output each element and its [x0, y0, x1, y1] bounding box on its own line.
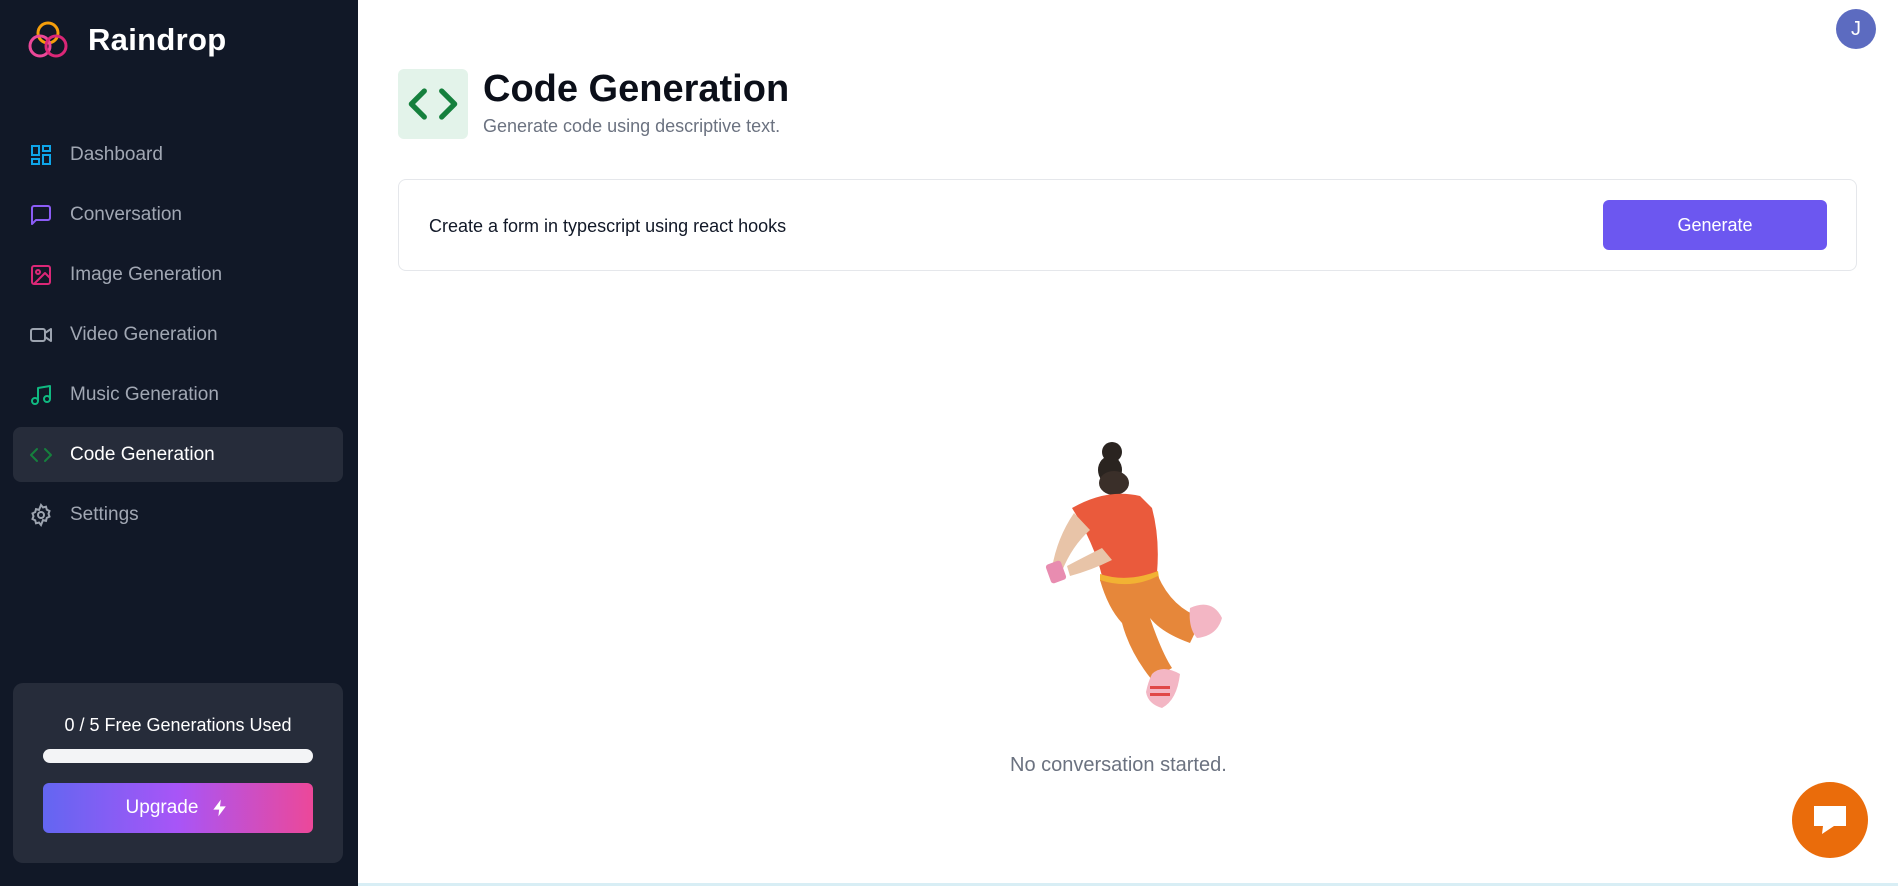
sidebar-nav: Dashboard Conversation Image Generation …	[13, 127, 343, 547]
generate-button[interactable]: Generate	[1603, 200, 1827, 250]
chat-icon	[1814, 806, 1846, 834]
sidebar: Raindrop Dashboard Conversation Image Ge…	[0, 0, 358, 886]
prompt-input[interactable]	[429, 206, 1529, 246]
empty-state-illustration	[1045, 442, 1222, 708]
logo-icon	[28, 21, 68, 58]
page-subtitle: Generate code using descriptive text.	[483, 116, 781, 136]
chat-support-button[interactable]	[1792, 782, 1868, 858]
sidebar-item-label: Conversation	[70, 203, 182, 225]
settings-icon	[29, 502, 53, 527]
usage-progress-bar	[43, 749, 313, 763]
upgrade-button-label: Upgrade	[125, 797, 199, 818]
free-usage-card: 0 / 5 Free Generations Used Upgrade	[13, 683, 343, 863]
sidebar-item-video-generation[interactable]: Video Generation	[13, 307, 343, 362]
message-square-icon	[29, 203, 53, 227]
app-name: Raindrop	[88, 22, 227, 57]
sidebar-item-label: Video Generation	[70, 323, 218, 345]
sidebar-item-label: Settings	[70, 503, 139, 525]
sidebar-item-music-generation[interactable]: Music Generation	[13, 367, 343, 422]
dashboard-icon	[29, 143, 53, 167]
usage-counter: 0 / 5 Free Generations Used	[64, 715, 292, 735]
sidebar-item-conversation[interactable]: Conversation	[13, 187, 343, 242]
sidebar-item-label: Dashboard	[70, 143, 163, 165]
sidebar-item-image-generation[interactable]: Image Generation	[13, 247, 343, 302]
code-icon	[29, 443, 53, 467]
empty-state-message: No conversation started.	[1010, 754, 1227, 776]
image-icon	[29, 263, 53, 287]
avatar[interactable]: J	[1836, 9, 1876, 49]
sidebar-item-label: Music Generation	[70, 383, 219, 405]
lightning-icon	[213, 799, 227, 817]
prompt-form: Generate	[398, 179, 1857, 271]
sidebar-item-dashboard[interactable]: Dashboard	[13, 127, 343, 182]
app-logo[interactable]: Raindrop	[26, 18, 226, 62]
code-icon	[408, 88, 458, 120]
music-icon	[29, 383, 53, 407]
sidebar-item-settings[interactable]: Settings	[13, 487, 343, 542]
upgrade-button[interactable]: Upgrade	[43, 783, 313, 833]
page-icon-box	[398, 69, 468, 139]
sidebar-item-code-generation[interactable]: Code Generation	[13, 427, 343, 482]
video-icon	[29, 323, 53, 347]
sidebar-item-label: Image Generation	[70, 263, 223, 285]
sidebar-item-label: Code Generation	[70, 443, 215, 465]
page-title: Code Generation	[483, 68, 790, 110]
